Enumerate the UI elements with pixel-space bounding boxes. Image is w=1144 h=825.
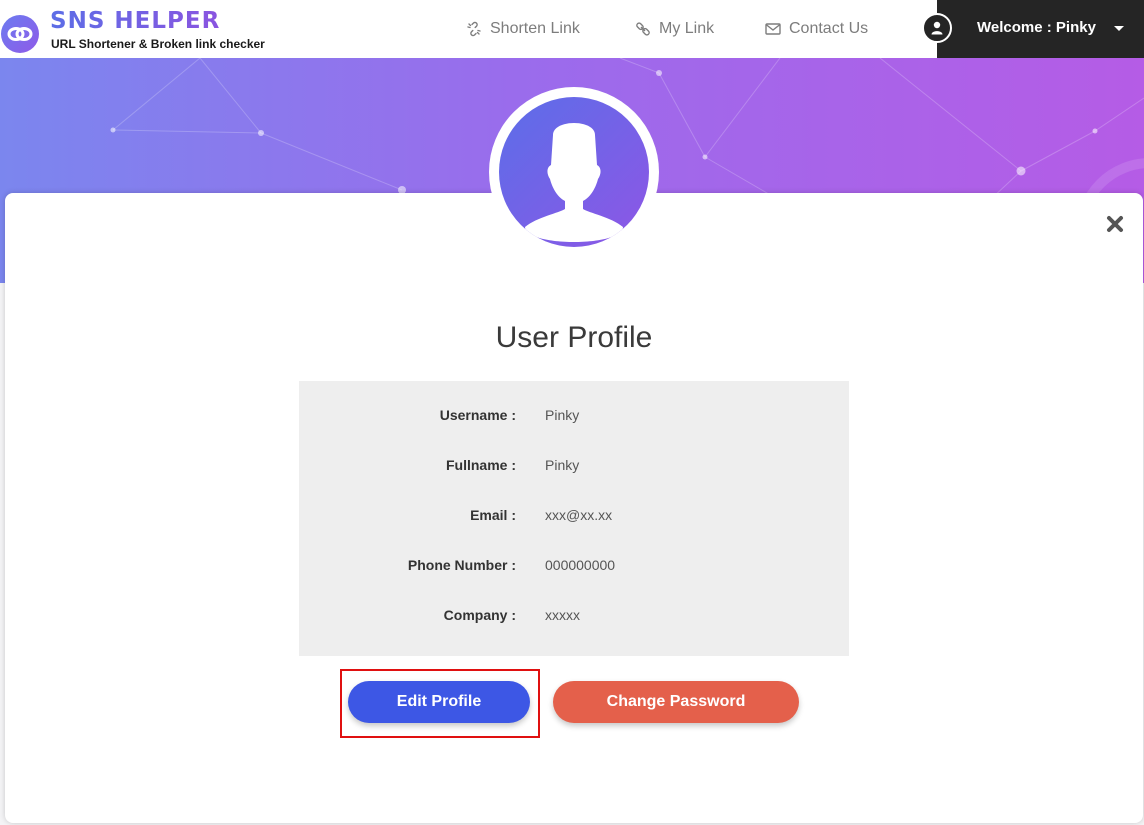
nav-shorten-link-label: Shorten Link [490, 20, 580, 37]
field-label: Username : [439, 407, 516, 423]
field-row-phone: Phone Number : 000000000 [299, 557, 849, 579]
nav-my-link[interactable]: My Link [634, 18, 714, 40]
user-silhouette-icon [499, 97, 649, 247]
chain-link-icon [1, 15, 39, 53]
logo[interactable]: SNS HELPER URL Shortener & Broken link c… [0, 6, 290, 53]
field-value: xxx@xx.xx [545, 507, 613, 523]
logo-title: SNS HELPER [50, 8, 221, 34]
field-value: xxxxx [545, 607, 580, 623]
field-row-email: Email : xxx@xx.xx [299, 507, 849, 529]
user-icon [922, 13, 952, 43]
change-password-button[interactable]: Change Password [553, 681, 799, 723]
field-label: Company : [443, 607, 516, 623]
field-row-username: Username : Pinky [299, 407, 849, 429]
field-row-fullname: Fullname : Pinky [299, 457, 849, 479]
profile-avatar [489, 87, 659, 257]
field-label: Email : [470, 507, 516, 523]
broken-link-icon [465, 20, 483, 38]
welcome-text: Welcome : Pinky [977, 19, 1096, 36]
field-label: Phone Number : [407, 557, 516, 573]
nav-contact-us-label: Contact Us [789, 20, 869, 37]
user-menu[interactable]: Welcome : Pinky [922, 0, 1144, 58]
field-value: Pinky [545, 407, 580, 423]
caret-down-icon[interactable] [1114, 26, 1124, 31]
top-navbar: SNS HELPER URL Shortener & Broken link c… [0, 0, 1144, 58]
envelope-icon [764, 20, 782, 38]
nav-shorten-link[interactable]: Shorten Link [465, 18, 580, 40]
logo-subtitle: URL Shortener & Broken link checker [51, 37, 265, 51]
close-icon[interactable] [1104, 213, 1126, 235]
edit-profile-button[interactable]: Edit Profile [348, 681, 530, 723]
page-title: User Profile [495, 321, 653, 354]
field-value: 000000000 [545, 557, 616, 573]
field-row-company: Company : xxxxx [299, 607, 849, 629]
profile-info-panel: Username : Pinky Fullname : Pinky Email … [299, 381, 849, 656]
nav-contact-us[interactable]: Contact Us [764, 18, 868, 40]
field-value: Pinky [545, 457, 580, 473]
link-icon [634, 20, 652, 38]
user-profile-modal: User Profile Username : Pinky Fullname :… [5, 87, 1143, 823]
field-label: Fullname : [445, 457, 516, 473]
nav-my-link-label: My Link [659, 20, 715, 37]
